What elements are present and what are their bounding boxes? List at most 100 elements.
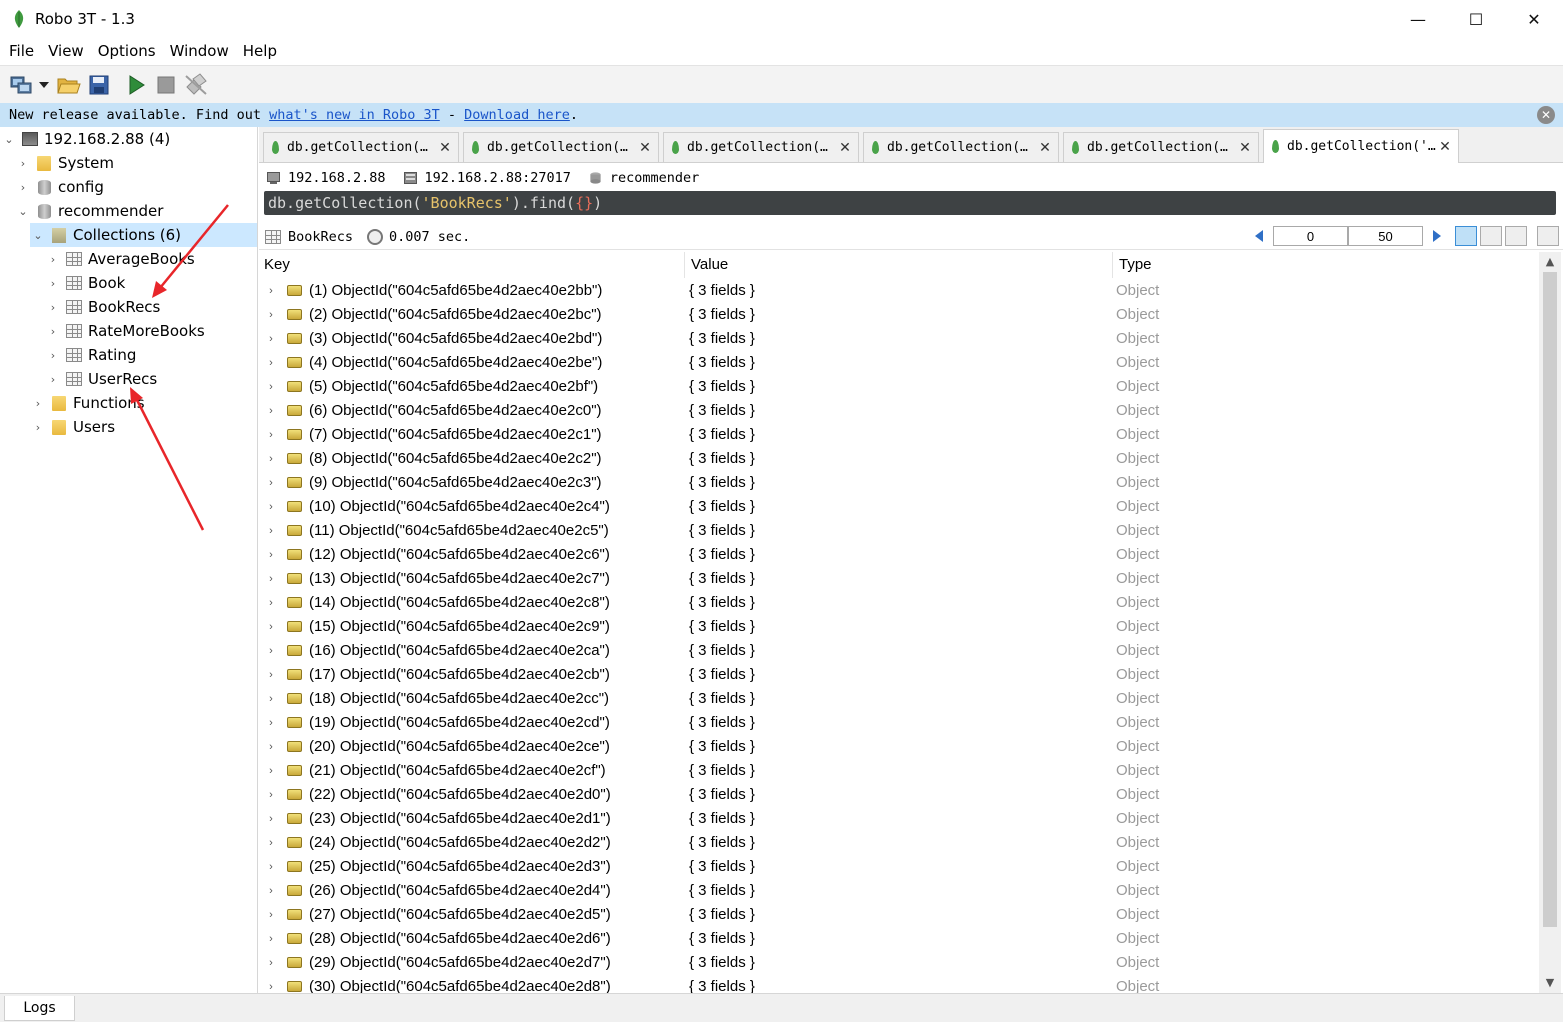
table-row[interactable]: › (5) ObjectId("604c5afd65be4d2aec40e2bf"… — [259, 375, 1539, 399]
query-tab[interactable]: db.getCollection(… ✕ — [463, 132, 659, 162]
table-row[interactable]: › (4) ObjectId("604c5afd65be4d2aec40e2be"… — [259, 351, 1539, 375]
table-row[interactable]: › (14) ObjectId("604c5afd65be4d2aec40e2c8… — [259, 591, 1539, 615]
expand-arrow-icon[interactable]: › — [265, 279, 277, 303]
expand-arrow-icon[interactable]: › — [46, 301, 60, 314]
query-editor[interactable]: db.getCollection('BookRecs').find({}) — [264, 191, 1556, 215]
table-row[interactable]: › (10) ObjectId("604c5afd65be4d2aec40e2c4… — [259, 495, 1539, 519]
open-button[interactable] — [56, 72, 82, 98]
query-tab-active[interactable]: db.getCollection('… ✕ — [1263, 129, 1459, 163]
expand-arrow-icon[interactable]: › — [265, 303, 277, 327]
table-row[interactable]: › (21) ObjectId("604c5afd65be4d2aec40e2cf… — [259, 759, 1539, 783]
expand-arrow-icon[interactable]: › — [265, 591, 277, 615]
connect-dropdown[interactable] — [38, 72, 50, 98]
expand-arrow-icon[interactable]: › — [265, 567, 277, 591]
table-row[interactable]: › (16) ObjectId("604c5afd65be4d2aec40e2ca… — [259, 639, 1539, 663]
table-row[interactable]: › (12) ObjectId("604c5afd65be4d2aec40e2c6… — [259, 543, 1539, 567]
execute-button[interactable] — [123, 72, 149, 98]
scroll-down-icon[interactable]: ▼ — [1544, 977, 1556, 989]
maximize-button[interactable]: ☐ — [1447, 0, 1505, 38]
expand-arrow-icon[interactable]: › — [265, 927, 277, 951]
table-row[interactable]: › (15) ObjectId("604c5afd65be4d2aec40e2c9… — [259, 615, 1539, 639]
collapse-arrow-icon[interactable]: ⌄ — [31, 229, 45, 242]
tab-close-icon[interactable]: ✕ — [1236, 140, 1254, 156]
expand-arrow-icon[interactable]: › — [265, 327, 277, 351]
table-row[interactable]: › (30) ObjectId("604c5afd65be4d2aec40e2d8… — [259, 975, 1539, 993]
expand-arrow-icon[interactable]: › — [265, 447, 277, 471]
table-row[interactable]: › (26) ObjectId("604c5afd65be4d2aec40e2d4… — [259, 879, 1539, 903]
tab-close-icon[interactable]: ✕ — [836, 140, 854, 156]
tree-system-folder[interactable]: › System — [16, 151, 114, 175]
table-row[interactable]: › (13) ObjectId("604c5afd65be4d2aec40e2c7… — [259, 567, 1539, 591]
expand-arrow-icon[interactable]: › — [265, 951, 277, 975]
skip-input[interactable] — [1273, 226, 1348, 246]
tab-close-icon[interactable]: ✕ — [436, 140, 454, 156]
expand-arrow-icon[interactable]: › — [265, 351, 277, 375]
expand-arrow-icon[interactable]: › — [265, 807, 277, 831]
whats-new-link[interactable]: what's new in Robo 3T — [269, 107, 440, 123]
table-row[interactable]: › (23) ObjectId("604c5afd65be4d2aec40e2d1… — [259, 807, 1539, 831]
table-row[interactable]: › (1) ObjectId("604c5afd65be4d2aec40e2bb"… — [259, 279, 1539, 303]
text-view-icon[interactable] — [1505, 226, 1527, 246]
connect-button[interactable] — [8, 72, 34, 98]
expand-arrow-icon[interactable]: › — [46, 373, 60, 386]
expand-arrow-icon[interactable]: › — [265, 903, 277, 927]
tree-collection-item[interactable]: › UserRecs — [46, 367, 157, 391]
expand-arrow-icon[interactable]: › — [265, 759, 277, 783]
expand-arrow-icon[interactable]: › — [265, 375, 277, 399]
tree-collection-item[interactable]: › RateMoreBooks — [46, 319, 205, 343]
tab-close-icon[interactable]: ✕ — [1036, 140, 1054, 156]
menu-window[interactable]: Window — [163, 38, 236, 64]
expand-arrow-icon[interactable]: › — [265, 423, 277, 447]
close-window-button[interactable]: ✕ — [1505, 0, 1563, 38]
header-key[interactable]: Key — [259, 252, 685, 278]
expand-arrow-icon[interactable]: › — [265, 711, 277, 735]
tree-collection-item[interactable]: › Rating — [46, 343, 137, 367]
table-view-icon[interactable] — [1480, 226, 1502, 246]
table-row[interactable]: › (25) ObjectId("604c5afd65be4d2aec40e2d3… — [259, 855, 1539, 879]
expand-arrow-icon[interactable]: › — [265, 855, 277, 879]
expand-arrow-icon[interactable]: › — [265, 399, 277, 423]
table-row[interactable]: › (9) ObjectId("604c5afd65be4d2aec40e2c3"… — [259, 471, 1539, 495]
expand-arrow-icon[interactable]: › — [46, 253, 60, 266]
query-tab[interactable]: db.getCollection(… ✕ — [1063, 132, 1259, 162]
tree-collection-item[interactable]: › Book — [46, 271, 126, 295]
expand-arrow-icon[interactable]: › — [46, 349, 60, 362]
expand-arrow-icon[interactable]: › — [265, 471, 277, 495]
query-tab[interactable]: db.getCollection(… ✕ — [863, 132, 1059, 162]
expand-arrow-icon[interactable]: › — [265, 831, 277, 855]
table-row[interactable]: › (3) ObjectId("604c5afd65be4d2aec40e2bd"… — [259, 327, 1539, 351]
table-row[interactable]: › (18) ObjectId("604c5afd65be4d2aec40e2cc… — [259, 687, 1539, 711]
previous-page-icon[interactable] — [1255, 230, 1263, 242]
menu-view[interactable]: View — [41, 38, 91, 64]
table-row[interactable]: › (2) ObjectId("604c5afd65be4d2aec40e2bc"… — [259, 303, 1539, 327]
expand-arrow-icon[interactable]: › — [265, 975, 277, 993]
table-row[interactable]: › (29) ObjectId("604c5afd65be4d2aec40e2d7… — [259, 951, 1539, 975]
table-row[interactable]: › (6) ObjectId("604c5afd65be4d2aec40e2c0"… — [259, 399, 1539, 423]
tree-db-config[interactable]: › config — [16, 175, 104, 199]
expand-arrow-icon[interactable]: › — [265, 783, 277, 807]
table-row[interactable]: › (28) ObjectId("604c5afd65be4d2aec40e2d6… — [259, 927, 1539, 951]
expand-arrow-icon[interactable]: › — [265, 879, 277, 903]
header-type[interactable]: Type — [1114, 252, 1539, 278]
save-button[interactable] — [86, 72, 112, 98]
query-tab[interactable]: db.getCollection(… ✕ — [263, 132, 459, 162]
menu-file[interactable]: File — [2, 38, 41, 64]
download-link[interactable]: Download here — [464, 107, 570, 123]
expand-arrow-icon[interactable]: › — [31, 397, 45, 410]
expand-arrow-icon[interactable]: › — [265, 543, 277, 567]
tree-db-recommender[interactable]: ⌄ recommender — [16, 199, 163, 223]
query-tab[interactable]: db.getCollection(… ✕ — [663, 132, 859, 162]
maximize-results-icon[interactable] — [1537, 226, 1559, 246]
banner-close-button[interactable]: ✕ — [1537, 106, 1555, 124]
menu-options[interactable]: Options — [91, 38, 163, 64]
table-row[interactable]: › (24) ObjectId("604c5afd65be4d2aec40e2d2… — [259, 831, 1539, 855]
expand-arrow-icon[interactable]: › — [265, 663, 277, 687]
header-value[interactable]: Value — [686, 252, 1113, 278]
tab-close-icon[interactable]: ✕ — [1436, 139, 1454, 155]
menu-help[interactable]: Help — [236, 38, 284, 64]
expand-arrow-icon[interactable]: › — [265, 735, 277, 759]
tree-users-folder[interactable]: › Users — [31, 415, 115, 439]
table-row[interactable]: › (7) ObjectId("604c5afd65be4d2aec40e2c1"… — [259, 423, 1539, 447]
disconnect-button[interactable] — [183, 72, 209, 98]
tree-collections-folder[interactable]: ⌄ Collections (6) — [30, 223, 257, 247]
